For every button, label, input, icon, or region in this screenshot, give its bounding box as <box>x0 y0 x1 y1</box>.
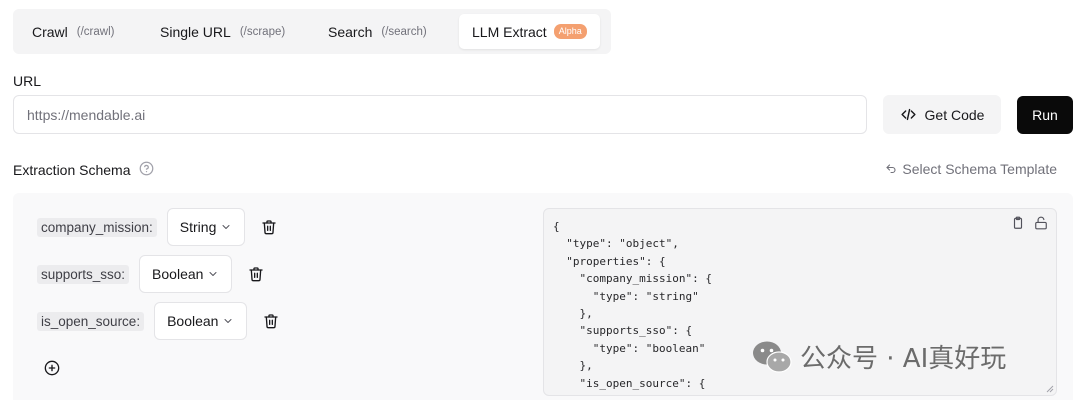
unlock-icon[interactable] <box>1034 216 1048 230</box>
endpoint-tabs: Crawl (/crawl) Single URL (/scrape) Sear… <box>13 9 611 54</box>
field-name: is_open_source: <box>37 311 145 331</box>
field-type-select[interactable]: String <box>166 208 246 246</box>
resize-handle-icon[interactable] <box>1046 385 1054 393</box>
tab-crawl[interactable]: Crawl (/crawl) <box>32 14 114 49</box>
alpha-badge: Alpha <box>553 24 587 39</box>
tab-single-url[interactable]: Single URL (/scrape) <box>160 14 285 49</box>
add-field-plus-circle-icon[interactable] <box>44 360 60 376</box>
field-type-select[interactable]: Boolean <box>139 255 233 293</box>
tab-path: (/crawl) <box>76 25 115 38</box>
wechat-icon <box>753 341 792 373</box>
template-label: Select Schema Template <box>902 161 1057 177</box>
json-editor-toolbar <box>1011 216 1048 230</box>
get-code-button[interactable]: Get Code <box>883 95 1001 134</box>
schema-field-row: supports_sso: Boolean <box>37 255 264 293</box>
clipboard-icon[interactable] <box>1011 216 1025 230</box>
schema-field-row: company_mission: String <box>37 208 277 246</box>
tab-path: (/search) <box>381 25 427 38</box>
help-icon[interactable] <box>139 161 154 176</box>
schema-field-row: is_open_source: Boolean <box>37 302 279 340</box>
field-name: company_mission: <box>37 217 157 237</box>
run-button[interactable]: Run <box>1017 96 1073 134</box>
trash-icon[interactable] <box>248 266 264 282</box>
field-type-value: String <box>179 219 217 235</box>
get-code-label: Get Code <box>924 106 985 123</box>
chevron-down-icon <box>222 225 230 229</box>
tab-label: Search <box>328 23 373 40</box>
tab-label: LLM Extract <box>472 23 547 40</box>
tab-label: Crawl <box>32 23 68 40</box>
field-type-value: Boolean <box>152 266 204 282</box>
tab-path: (/scrape) <box>239 25 286 38</box>
field-name: supports_sso: <box>37 264 130 284</box>
chevron-down-icon <box>224 319 232 323</box>
field-type-select[interactable]: Boolean <box>154 302 248 340</box>
tab-label: Single URL <box>160 23 231 40</box>
tab-search[interactable]: Search (/search) <box>328 14 427 49</box>
trash-icon[interactable] <box>261 219 277 235</box>
watermark: 公众号 · AI真好玩 <box>752 338 1006 375</box>
field-type-value: Boolean <box>167 313 219 329</box>
chevron-down-icon <box>209 272 217 276</box>
url-label: URL <box>13 73 42 89</box>
trash-icon[interactable] <box>263 313 279 329</box>
tab-llm-extract[interactable]: LLM Extract Alpha <box>459 14 600 49</box>
code-icon <box>900 108 916 121</box>
undo-icon <box>886 164 896 174</box>
watermark-text: 公众号 · AI真好玩 <box>800 344 1007 374</box>
select-schema-template-link[interactable]: Select Schema Template <box>885 161 1057 177</box>
extraction-schema-label: Extraction Schema <box>13 162 131 178</box>
url-input[interactable] <box>13 95 867 134</box>
